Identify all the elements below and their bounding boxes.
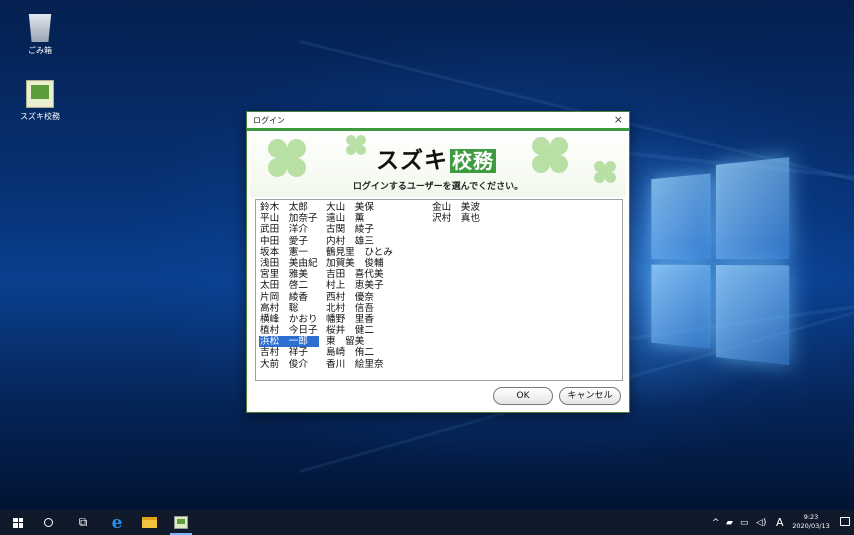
clover-icon <box>532 137 568 173</box>
user-list-item[interactable]: 桜井 健二 <box>325 325 394 336</box>
user-list-item[interactable]: 島崎 侑二 <box>325 347 394 358</box>
volume-icon[interactable]: ◁) <box>756 510 766 535</box>
ok-button[interactable]: OK <box>493 387 553 405</box>
clover-icon <box>346 135 366 155</box>
desktop-icon-recycle-bin[interactable]: ごみ箱 <box>10 14 70 56</box>
suzuki-koumu-taskbar-button[interactable] <box>168 510 194 535</box>
user-list-item[interactable]: 内村 雄三 <box>325 236 394 247</box>
login-banner: スズキ 校務 ログインするユーザーを選んでください。 <box>250 131 626 197</box>
user-list-column: 大山 美保 遠山 薫古関 綾子 内村 雄三 鶴見里 ひとみ 加賀美 俊輔 吉田 喜代美 村上… <box>325 202 394 370</box>
logo-main-text: スズキ <box>376 148 448 174</box>
user-list-item[interactable]: 中田 愛子 <box>259 236 319 247</box>
suzuki-koumu-app-icon <box>174 516 188 529</box>
desktop-icon-label: ごみ箱 <box>28 46 52 55</box>
search-button[interactable] <box>38 510 58 535</box>
clock[interactable]: 9:23 2020/03/13 <box>788 513 834 531</box>
task-view-icon: ⧉ <box>78 515 88 529</box>
user-list-column: 金山 美波 沢村 真也 <box>431 202 481 224</box>
close-icon[interactable]: × <box>614 113 623 126</box>
user-list-item[interactable]: 浅田 美由紀 <box>259 258 319 269</box>
user-list-item[interactable]: 古関 綾子 <box>325 224 394 235</box>
user-list-item[interactable]: 植村 今日子 <box>259 325 319 336</box>
clock-date: 2020/03/13 <box>792 522 830 530</box>
task-view-button[interactable]: ⧉ <box>72 510 94 535</box>
file-explorer-icon <box>141 517 157 528</box>
network-icon[interactable]: ▰ <box>726 510 733 535</box>
display-icon[interactable]: ▭ <box>740 510 749 535</box>
user-list-item[interactable]: 宮里 雅美 <box>259 269 319 280</box>
user-list-item[interactable]: 西村 優奈 <box>325 292 394 303</box>
user-list-item[interactable]: 太田 啓二 <box>259 280 319 291</box>
user-list-item[interactable]: 沢村 真也 <box>431 213 481 224</box>
file-explorer-button[interactable] <box>138 510 160 535</box>
start-icon <box>13 517 23 528</box>
user-list-item[interactable]: 横峰 かおり <box>259 314 319 325</box>
user-list-item[interactable]: 北村 信吾 <box>325 303 394 314</box>
user-list-item[interactable]: 金山 美波 <box>431 202 481 213</box>
notification-icon[interactable] <box>840 517 850 526</box>
user-list-item[interactable]: 吉村 祥子 <box>259 347 319 358</box>
user-list-item[interactable]: 坂本 憲一 <box>259 247 319 258</box>
clock-time: 9:23 <box>803 513 819 521</box>
logo-sub-text: 校務 <box>450 149 496 173</box>
login-prompt: ログインするユーザーを選んでください。 <box>352 182 524 192</box>
search-icon <box>43 518 53 527</box>
user-list-item[interactable]: 鶴見里 ひとみ <box>325 247 394 258</box>
start-button[interactable] <box>6 510 30 535</box>
user-list-item[interactable]: 片岡 綾香 <box>259 292 319 303</box>
recycle-bin-icon <box>28 14 52 42</box>
edge-icon: e <box>111 512 123 533</box>
user-list-item[interactable]: 平山 加奈子 <box>259 213 319 224</box>
dialog-title: ログイン <box>253 116 285 125</box>
user-list-item[interactable]: 村上 恵美子 <box>325 280 394 291</box>
user-list-item[interactable]: 遠山 薫 <box>325 213 394 224</box>
suzuki-koumu-logo: スズキ 校務 <box>376 141 496 175</box>
user-list-item[interactable]: 大山 美保 <box>325 202 394 213</box>
user-list-column: 鈴木 太郎 平山 加奈子 武田 洋介 中田 愛子 坂本 憲一 浅田 美由紀 宮里 雅美 太田 … <box>259 202 319 370</box>
cancel-button[interactable]: キャンセル <box>559 387 621 405</box>
taskbar: ⧉ e ^ ▰ ▭ ◁) A 9:23 2020/03/13 <box>0 510 854 535</box>
desktop-icon-label: スズキ校務 <box>20 112 60 121</box>
clover-icon <box>268 139 306 177</box>
user-list-item[interactable]: 高村 聡 <box>259 303 319 314</box>
user-list-item[interactable]: 武田 洋介 <box>259 224 319 235</box>
desktop-icon-suzuki-koumu[interactable]: スズキ校務 <box>10 80 70 122</box>
user-list-item[interactable]: 幡野 里香 <box>325 314 394 325</box>
tray-chevron[interactable]: ^ <box>712 510 720 535</box>
windows-logo-wallpaper <box>651 157 790 366</box>
user-list-item[interactable]: 東 留美 <box>325 336 394 347</box>
user-list-item[interactable]: 吉田 喜代美 <box>325 269 394 280</box>
dialog-titlebar[interactable]: ログイン × <box>247 112 629 128</box>
user-list-item[interactable]: 加賀美 俊輔 <box>325 258 394 269</box>
user-list-item[interactable]: 浜松 一郎 <box>259 336 319 348</box>
edge-button[interactable]: e <box>106 510 128 535</box>
user-list-item[interactable]: 大前 俊介 <box>259 359 319 370</box>
user-list[interactable]: 鈴木 太郎 平山 加奈子 武田 洋介 中田 愛子 坂本 憲一 浅田 美由紀 宮里 雅美 太田 … <box>255 199 623 381</box>
login-dialog: ログイン × スズキ 校務 ログインするユーザーを選んでください。 鈴木 太郎 平山… <box>246 111 630 413</box>
user-list-item[interactable]: 香川 絵里奈 <box>325 359 394 370</box>
ime-indicator[interactable]: A <box>776 510 784 535</box>
suzuki-koumu-app-icon <box>26 80 54 108</box>
user-list-item[interactable]: 鈴木 太郎 <box>259 202 319 213</box>
